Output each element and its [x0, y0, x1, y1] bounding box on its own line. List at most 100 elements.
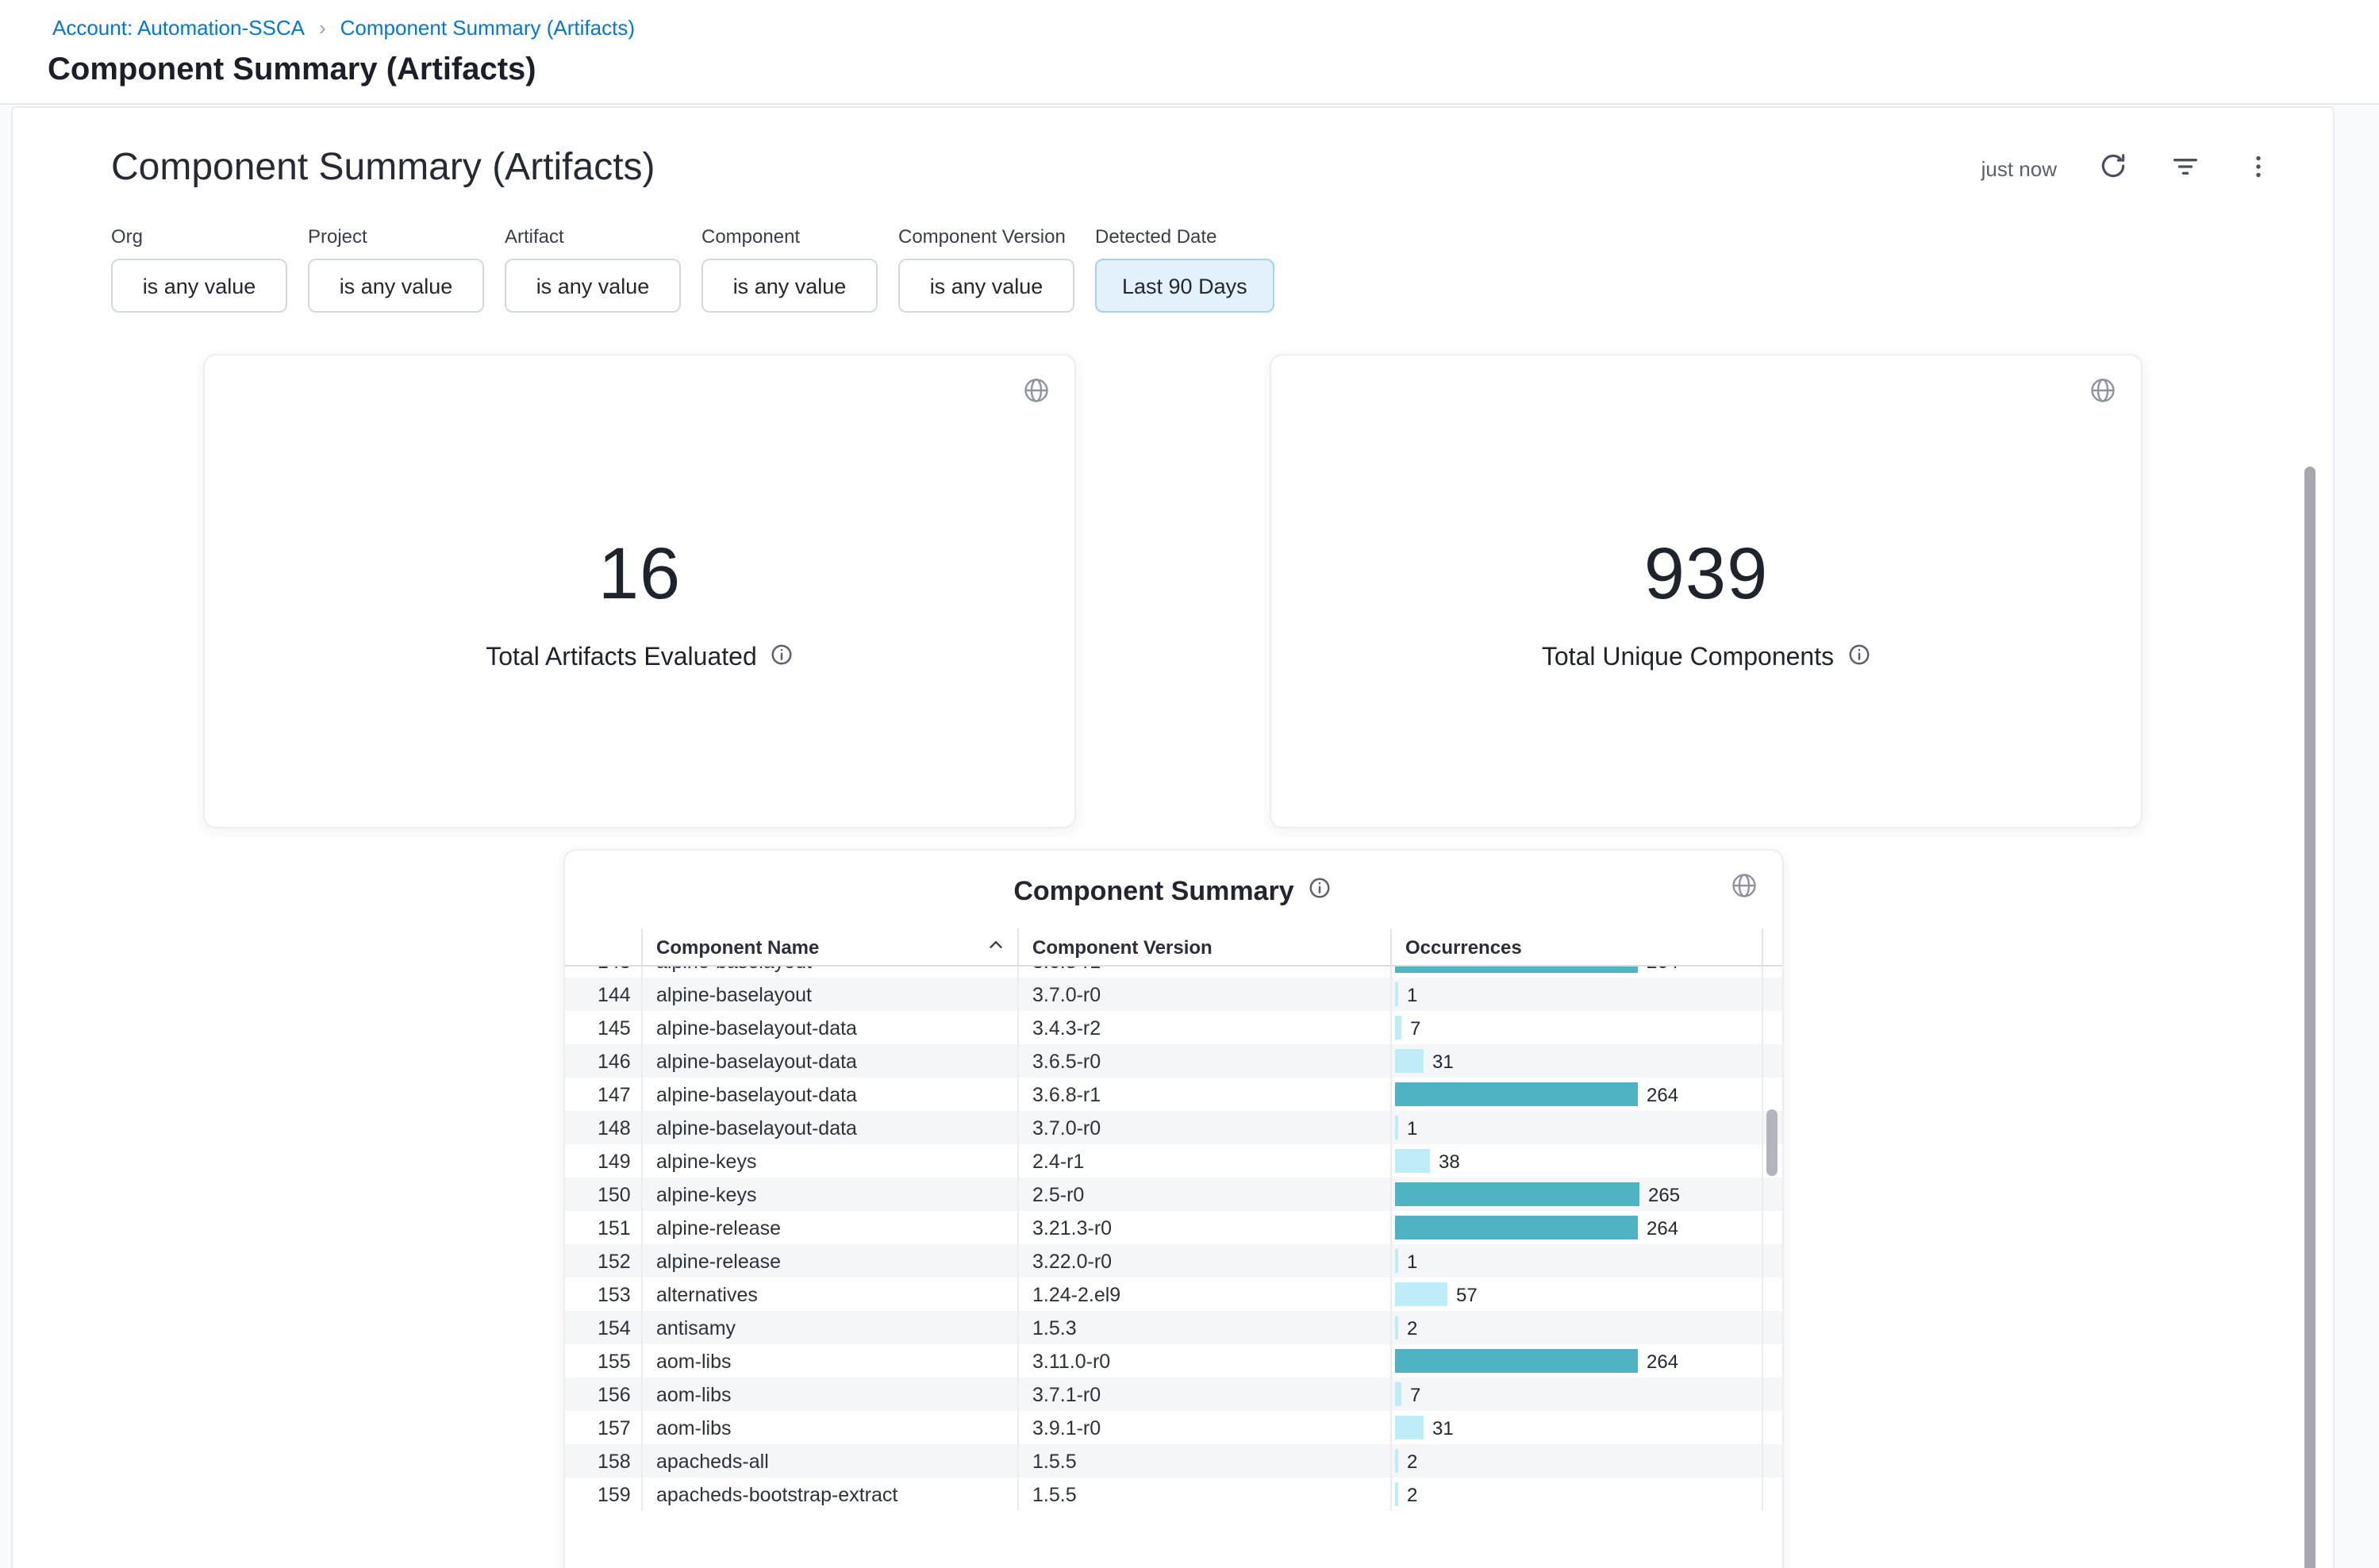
row-number-column-header — [564, 928, 640, 965]
row-number: 148 — [564, 1116, 640, 1139]
filter-artifact-button[interactable]: is any value — [505, 259, 681, 313]
table-row[interactable]: 158apacheds-all1.5.52 — [564, 1444, 1781, 1478]
component-version-cell: 3.9.1-r0 — [1017, 1411, 1389, 1444]
occurrences-cell: 1 — [1389, 978, 1762, 1011]
component-name-cell: alpine-baselayout-data — [640, 1011, 1017, 1044]
page-title: Component Summary (Artifacts) — [48, 52, 536, 89]
table-row[interactable]: 159apacheds-bootstrap-extract1.5.52 — [564, 1478, 1781, 1511]
stat-cards-row: 16 Total Artifacts Evaluated — [13, 354, 2333, 828]
occurrence-bar — [1394, 1382, 1401, 1406]
kebab-menu-icon — [2244, 152, 2273, 185]
component-name-column-header[interactable]: Component Name — [640, 928, 1017, 965]
table-row[interactable]: 155aom-libs3.11.0-r0264 — [564, 1344, 1781, 1378]
app-window: Account: Automation-SSCA › Component Sum… — [0, 0, 2379, 1568]
component-version-cell: 3.6.5-r0 — [1017, 1044, 1389, 1078]
more-options-button[interactable] — [2241, 151, 2276, 186]
filter-org-button[interactable]: is any value — [111, 259, 287, 313]
row-number: 150 — [564, 1183, 640, 1205]
filter-component-button[interactable]: is any value — [701, 259, 878, 313]
component-name-cell: alpine-baselayout-data — [640, 1044, 1017, 1078]
occurrences-cell: 7 — [1389, 1378, 1762, 1411]
component-version-cell: 3.11.0-r0 — [1017, 1344, 1389, 1378]
filter-button[interactable] — [2168, 151, 2203, 186]
breadcrumb-account-link[interactable]: Account: Automation-SSCA — [52, 16, 305, 40]
component-version-cell: 3.6.8-r1 — [1017, 967, 1389, 978]
occurrence-bar — [1394, 1282, 1447, 1306]
row-number: 156 — [564, 1383, 640, 1405]
table-scroll-area[interactable]: 143alpine-baselayout3.6.8-r1264144alpine… — [564, 967, 1781, 1568]
table-row[interactable]: 157aom-libs3.9.1-r0 31 — [564, 1411, 1781, 1444]
component-version-cell: 1.5.5 — [1017, 1444, 1389, 1478]
row-number: 153 — [564, 1283, 640, 1305]
filter-bar: Org is any value Project is any value Ar… — [13, 190, 2333, 313]
occurrence-value: 7 — [1410, 1017, 1420, 1039]
table-row[interactable]: 146alpine-baselayout-data3.6.5-r031 — [564, 1044, 1781, 1078]
component-name-cell: alpine-baselayout-data — [640, 1111, 1017, 1144]
total-artifacts-card: 16 Total Artifacts Evaluated — [203, 354, 1076, 828]
globe-icon[interactable] — [1729, 871, 1758, 908]
occurrences-column-header[interactable]: Occurrences — [1389, 928, 1762, 965]
occurrence-value: 264 — [1647, 967, 1678, 972]
component-version-cell: 2.5-r0 — [1017, 1178, 1389, 1211]
occurrence-bar — [1394, 1249, 1397, 1273]
occurrence-value: 264 — [1647, 1083, 1678, 1105]
component-name-cell: apacheds-bootstrap-extract — [640, 1478, 1017, 1511]
component-name-cell: alternatives — [640, 1278, 1017, 1311]
component-name-cell: apacheds-all — [640, 1444, 1017, 1478]
occurrence-bar — [1394, 1316, 1397, 1339]
component-version-cell: 3.7.0-r0 — [1017, 978, 1389, 1011]
info-icon[interactable] — [770, 643, 794, 674]
occurrence-bar — [1394, 967, 1637, 973]
component-name-cell: aom-libs — [640, 1411, 1017, 1444]
row-number: 145 — [564, 1017, 640, 1039]
occurrence-bar — [1394, 982, 1397, 1006]
table-row[interactable]: 156aom-libs3.7.1-r07 — [564, 1378, 1781, 1411]
component-version-cell: 3.21.3-r0 — [1017, 1211, 1389, 1244]
total-components-label: Total Unique Components — [1542, 644, 1834, 673]
total-artifacts-label: Total Artifacts Evaluated — [486, 644, 757, 673]
filter-detected-date-button[interactable]: Last 90 Days — [1095, 259, 1274, 313]
breadcrumb-chevron-icon: › — [319, 16, 326, 40]
occurrences-cell: 264 — [1389, 1344, 1762, 1378]
row-number: 157 — [564, 1416, 640, 1439]
info-icon[interactable] — [1309, 876, 1332, 908]
table-row[interactable]: 152alpine-release3.22.0-r01 — [564, 1244, 1781, 1278]
sort-ascending-icon — [985, 934, 1005, 959]
occurrence-value: 57 — [1456, 1283, 1478, 1305]
filter-component-version-button[interactable]: is any value — [898, 259, 1074, 313]
filter-label-component: Component — [701, 225, 878, 248]
occurrence-value: 2 — [1407, 1483, 1417, 1505]
occurrence-value: 1 — [1407, 983, 1417, 1005]
component-version-column-header[interactable]: Component Version — [1017, 928, 1389, 965]
info-icon[interactable] — [1847, 643, 1870, 674]
table-row[interactable]: 147alpine-baselayout-data3.6.8-r1264 — [564, 1078, 1781, 1111]
component-name-cell: aom-libs — [640, 1344, 1017, 1378]
table-row[interactable]: 145alpine-baselayout-data3.4.3-r2 7 — [564, 1011, 1781, 1044]
filter-project-button[interactable]: is any value — [308, 259, 484, 313]
occurrences-cell: 38 — [1389, 1144, 1762, 1178]
occurrence-value: 265 — [1648, 1183, 1680, 1205]
table-scrollbar[interactable] — [1766, 1109, 1777, 1176]
occurrence-value: 1 — [1407, 1116, 1417, 1139]
page-scrollbar[interactable] — [2304, 467, 2316, 1568]
breadcrumb-page-link[interactable]: Component Summary (Artifacts) — [340, 16, 635, 40]
occurrence-value: 31 — [1432, 1416, 1454, 1439]
table-row[interactable]: 150alpine-keys2.5-r0265 — [564, 1178, 1781, 1211]
table-row[interactable]: 144alpine-baselayout3.7.0-r01 — [564, 978, 1781, 1011]
component-name-cell: alpine-baselayout — [640, 978, 1017, 1011]
table-row[interactable]: 149alpine-keys2.4-r138 — [564, 1144, 1781, 1178]
occurrences-cell: 7 — [1389, 1011, 1762, 1044]
content-area: Component Summary (Artifacts) just now — [0, 105, 2379, 1568]
table-row[interactable]: 143alpine-baselayout3.6.8-r1264 — [564, 967, 1781, 978]
table-row[interactable]: 154antisamy1.5.32 — [564, 1311, 1781, 1344]
filter-label-detected-date: Detected Date — [1095, 225, 1274, 248]
refresh-button[interactable] — [2095, 151, 2130, 186]
table-row[interactable]: 151alpine-release3.21.3-r0264 — [564, 1211, 1781, 1244]
dashboard-panel: Component Summary (Artifacts) just now — [11, 106, 2335, 1568]
component-version-cell: 3.4.3-r2 — [1017, 1011, 1389, 1044]
component-name-cell: aom-libs — [640, 1378, 1017, 1411]
component-version-cell: 1.5.3 — [1017, 1311, 1389, 1344]
component-name-cell: alpine-keys — [640, 1144, 1017, 1178]
table-row[interactable]: 148alpine-baselayout-data3.7.0-r01 — [564, 1111, 1781, 1144]
table-row[interactable]: 153alternatives1.24-2.el957 — [564, 1278, 1781, 1311]
